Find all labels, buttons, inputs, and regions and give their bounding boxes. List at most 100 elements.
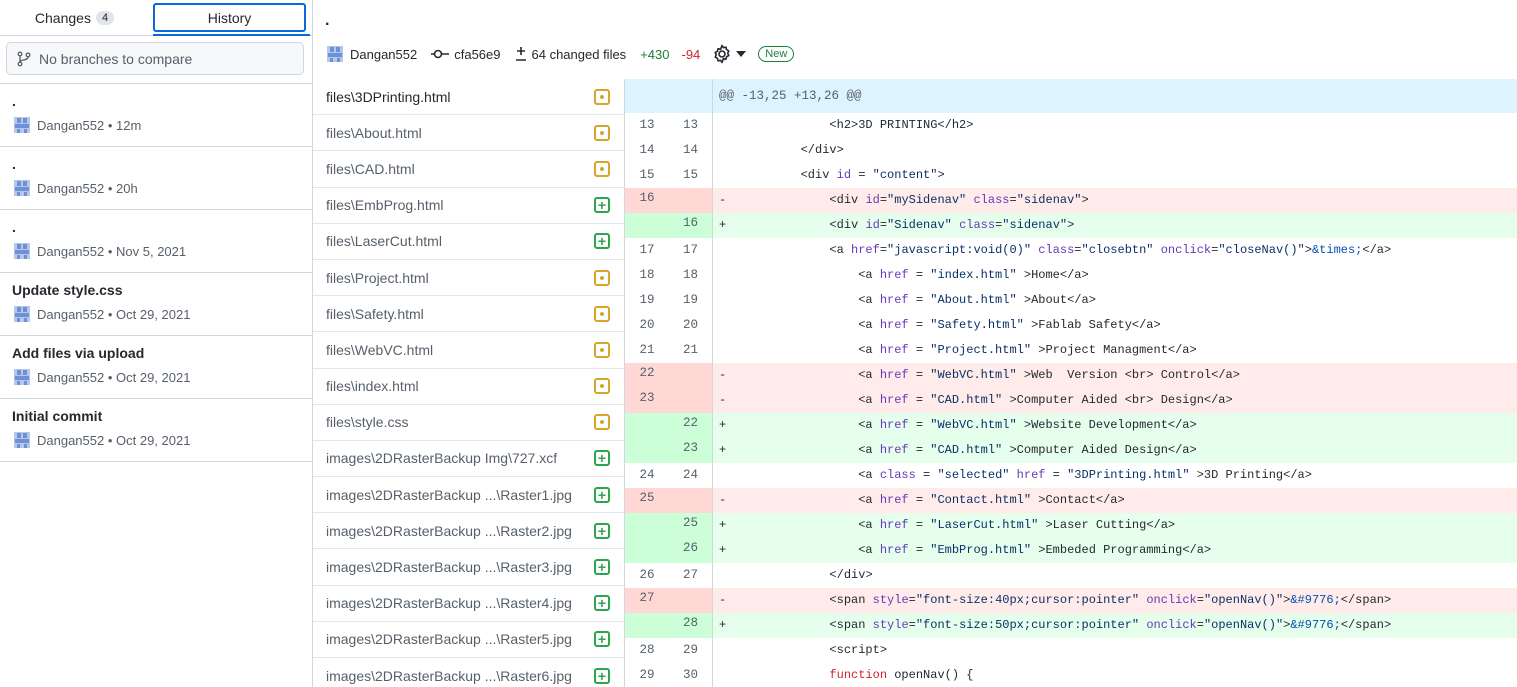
file-path: files\Project.html — [326, 269, 429, 286]
diff-line-added: 16 + <div id="Sidenav" class="sidenav"> — [625, 213, 1517, 238]
old-line-number: 27 — [625, 588, 669, 613]
new-line-number: 16 — [669, 213, 713, 238]
file-list-item[interactable]: images\2DRasterBackup ...\Raster2.jpg + — [313, 513, 624, 550]
diff-marker — [713, 163, 729, 188]
branch-compare-input[interactable]: No branches to compare — [6, 42, 304, 75]
diff-marker — [713, 338, 729, 363]
commit-list-item[interactable]: Initial commit Dangan552 • Oct 29, 2021 — [0, 399, 312, 462]
meta-separator: • — [104, 432, 117, 448]
code-text: <script> — [829, 643, 888, 657]
tab-changes-label: Changes — [34, 9, 91, 26]
diff-line-context: 14 14 </div> — [625, 138, 1517, 163]
file-path: files\3DPrinting.html — [326, 88, 451, 105]
file-list-item[interactable]: files\Safety.html — [313, 296, 624, 333]
commit-list-item[interactable]: Add files via upload Dangan552 • Oct 29,… — [0, 336, 312, 399]
file-list-item[interactable]: images\2DRasterBackup ...\Raster5.jpg + — [313, 622, 624, 658]
file-path: files\index.html — [326, 378, 419, 395]
file-path: files\About.html — [326, 124, 422, 141]
file-list-item[interactable]: files\WebVC.html — [313, 332, 624, 369]
file-list-item[interactable]: files\EmbProg.html + — [313, 188, 624, 224]
commit-list-item[interactable]: . Dangan552 • 12m — [0, 84, 312, 147]
diff-marker: + — [719, 543, 727, 557]
code-text: <div id = "content"> — [800, 168, 945, 182]
old-line-number: 16 — [625, 188, 669, 213]
code-text: <a href="javascript:void(0)" class="clos… — [829, 243, 1392, 257]
avatar-icon — [14, 243, 30, 259]
commit-time: Oct 29, 2021 — [116, 306, 191, 322]
diff-line-context: 20 20 <a href = "Safety.html" >Fablab Saf… — [625, 313, 1517, 338]
diff-line-removed: 16 - <div id="mySidenav" class="sidenav"> — [625, 188, 1517, 213]
diff-line-added: 25 + <a href = "LaserCut.html" >Laser Cut… — [625, 513, 1517, 538]
diff-line-context: 26 27 </div> — [625, 563, 1517, 588]
file-path: files\CAD.html — [326, 160, 415, 177]
diff-marker — [713, 638, 729, 663]
file-path: images\2DRasterBackup Img\727.xcf — [326, 450, 558, 467]
diff-settings-button[interactable] — [712, 44, 747, 64]
commit-time: 20h — [116, 180, 138, 196]
file-list-item[interactable]: images\2DRasterBackup ...\Raster6.jpg + — [313, 658, 624, 687]
file-added-icon: + — [594, 450, 610, 467]
diff-marker: - — [719, 593, 727, 607]
diff-hunk-header[interactable]: @@ -13,25 +13,26 @@ — [625, 79, 1517, 113]
old-line-number: 26 — [625, 563, 669, 588]
file-list-item[interactable]: images\2DRasterBackup ...\Raster4.jpg + — [313, 586, 624, 622]
commit-sha[interactable]: cfa56e9 — [431, 47, 501, 62]
diff-marker: + — [719, 618, 727, 632]
commit-list-item[interactable]: Update style.css Dangan552 • Oct 29, 202… — [0, 273, 312, 336]
diff-marker: + — [719, 218, 727, 232]
file-list-item[interactable]: files\About.html — [313, 115, 624, 152]
new-line-number: 30 — [669, 663, 713, 687]
new-badge: New — [758, 46, 795, 62]
commit-time: Oct 29, 2021 — [116, 432, 191, 448]
branch-compare-placeholder: No branches to compare — [39, 50, 193, 67]
code-text: <a href = "index.html" >Home</a> — [858, 268, 1089, 282]
file-list-item[interactable]: files\CAD.html — [313, 151, 624, 188]
commit-meta: Dangan552 • 12m — [12, 115, 300, 135]
changed-files-list: files\3DPrinting.html files\About.html fil… — [313, 79, 625, 687]
changed-files-label: 64 changed files — [531, 46, 627, 62]
commit-list-item[interactable]: . Dangan552 • Nov 5, 2021 — [0, 210, 312, 273]
diff-line-context: 19 19 <a href = "About.html" >About</a> — [625, 288, 1517, 313]
diff-marker: + — [719, 418, 727, 432]
diff-line-added: 26 + <a href = "EmbProg.html" >Embeded Pr… — [625, 538, 1517, 563]
diff-line-context: 17 17 <a href="javascript:void(0)" class=… — [625, 238, 1517, 263]
commit-summary-bar: Dangan552 cfa56e9 64 changed files +430 … — [325, 44, 795, 64]
old-line-number: 22 — [625, 363, 669, 388]
old-line-number — [625, 513, 669, 538]
file-list-item[interactable]: files\style.css — [313, 405, 624, 441]
old-line-number: 14 — [625, 138, 669, 163]
avatar-icon — [14, 369, 30, 385]
file-modified-icon — [594, 124, 610, 141]
file-list-item[interactable]: files\Project.html — [313, 260, 624, 297]
file-list-item[interactable]: files\index.html — [313, 369, 624, 405]
old-line-number: 18 — [625, 263, 669, 288]
commit-summary: . — [12, 93, 16, 109]
tab-history[interactable]: History — [153, 3, 310, 36]
file-list-item[interactable]: images\2DRasterBackup Img\727.xcf + — [313, 441, 624, 478]
file-list-item[interactable]: images\2DRasterBackup ...\Raster3.jpg + — [313, 549, 624, 586]
file-list-item[interactable]: files\3DPrinting.html — [313, 79, 624, 116]
file-list-item[interactable]: files\LaserCut.html + — [313, 224, 624, 260]
diff-line-context: 18 18 <a href = "index.html" >Home</a> — [625, 263, 1517, 288]
diff-marker: + — [719, 518, 727, 532]
commit-title: . — [325, 12, 330, 29]
code-text: <a href = "WebVC.html" >Website Developm… — [858, 418, 1197, 432]
commit-summary: Add files via upload — [12, 345, 145, 361]
tab-changes[interactable]: Changes 4 — [0, 0, 151, 35]
new-line-number: 26 — [669, 538, 713, 563]
file-path: images\2DRasterBackup ...\Raster6.jpg — [326, 667, 572, 684]
commit-summary: . — [12, 219, 16, 235]
deletions-count: -94 — [681, 46, 701, 62]
commit-author: Dangan552 — [37, 306, 105, 322]
file-added-icon: + — [594, 522, 610, 539]
commit-author: Dangan552 — [37, 180, 105, 196]
tab-history-label: History — [207, 9, 252, 26]
diff-marker — [713, 563, 729, 588]
meta-separator: • — [104, 369, 117, 385]
meta-separator: • — [104, 117, 117, 133]
code-text: <div id="Sidenav" class="sidenav"> — [829, 218, 1075, 232]
commit-summary: Initial commit — [12, 408, 103, 424]
file-list-item[interactable]: images\2DRasterBackup ...\Raster1.jpg + — [313, 477, 624, 514]
new-line-number: 28 — [669, 613, 713, 638]
commit-list-item[interactable]: . Dangan552 • 20h — [0, 147, 312, 210]
